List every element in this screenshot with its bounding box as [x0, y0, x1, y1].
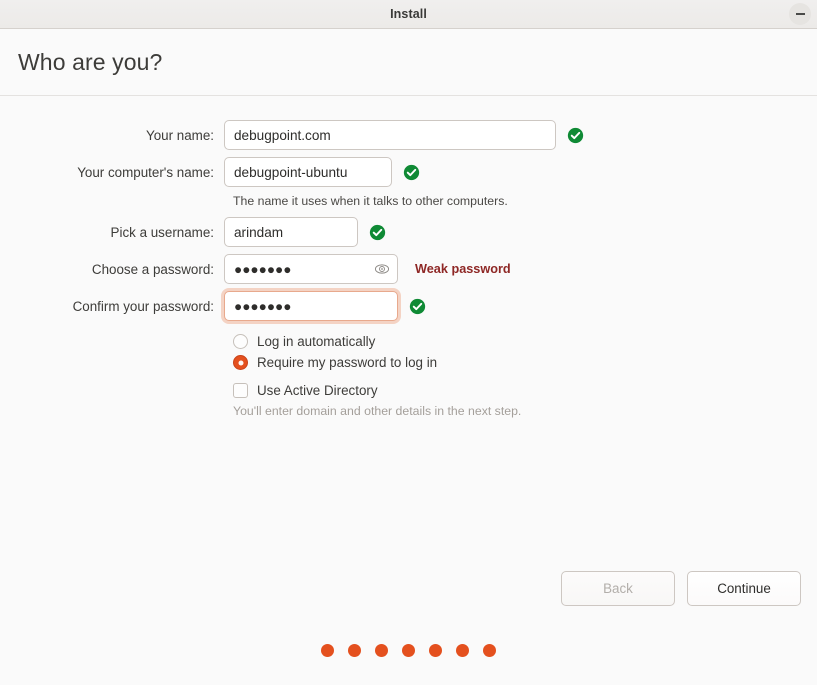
checkbox-use-active-directory[interactable]: Use Active Directory	[233, 383, 817, 398]
radio-icon-selected	[233, 355, 248, 370]
field-wrap-confirm-password	[224, 291, 426, 321]
login-options: Log in automatically Require my password…	[233, 334, 817, 398]
label-your-name: Your name:	[0, 128, 224, 143]
form-row-your-name: Your name:	[0, 120, 817, 150]
progress-dot	[429, 644, 442, 657]
valid-check-icon-your-name	[567, 127, 584, 144]
your-name-input[interactable]	[224, 120, 556, 150]
field-wrap-computer-name	[224, 157, 420, 187]
confirm-password-input[interactable]	[224, 291, 398, 321]
page-title: Who are you?	[18, 49, 162, 76]
password-input[interactable]	[224, 254, 398, 284]
active-directory-help: You'll enter domain and other details in…	[233, 404, 817, 418]
label-password: Choose a password:	[0, 262, 224, 277]
form-row-username: Pick a username:	[0, 217, 817, 247]
computer-name-help: The name it uses when it talks to other …	[233, 194, 817, 208]
label-computer-name: Your computer's name:	[0, 165, 224, 180]
radio-label-log-in-automatically: Log in automatically	[257, 334, 375, 349]
form-row-confirm-password: Confirm your password:	[0, 291, 817, 321]
label-username: Pick a username:	[0, 225, 224, 240]
footer-buttons: Back Continue	[561, 571, 801, 606]
window-titlebar: Install	[0, 0, 817, 29]
page-content: Your name: Your computer's name:	[0, 96, 817, 685]
valid-check-icon-confirm-password	[409, 298, 426, 315]
progress-dot	[348, 644, 361, 657]
computer-name-input[interactable]	[224, 157, 392, 187]
progress-dot	[483, 644, 496, 657]
checkbox-icon-unchecked	[233, 383, 248, 398]
valid-check-icon-computer-name	[403, 164, 420, 181]
radio-require-password[interactable]: Require my password to log in	[233, 355, 817, 370]
window-title: Install	[390, 7, 427, 21]
user-form: Your name: Your computer's name:	[0, 120, 817, 321]
valid-check-icon-username	[369, 224, 386, 241]
progress-dots	[0, 644, 817, 657]
checkbox-label-use-active-directory: Use Active Directory	[257, 383, 378, 398]
field-wrap-password: Weak password	[224, 254, 511, 284]
progress-dot	[375, 644, 388, 657]
field-wrap-your-name	[224, 120, 584, 150]
field-wrap-username	[224, 217, 386, 247]
progress-dot	[321, 644, 334, 657]
minimize-button[interactable]	[789, 3, 811, 25]
radio-icon-unselected	[233, 334, 248, 349]
progress-dot	[402, 644, 415, 657]
minimize-icon	[796, 13, 805, 15]
label-confirm-password: Confirm your password:	[0, 299, 224, 314]
window-controls	[789, 0, 811, 28]
back-button[interactable]: Back	[561, 571, 675, 606]
page-header: Who are you?	[0, 29, 817, 96]
password-box	[224, 254, 398, 284]
installer-window: Install Who are you? Your name:	[0, 0, 817, 685]
username-input[interactable]	[224, 217, 358, 247]
continue-button[interactable]: Continue	[687, 571, 801, 606]
eye-icon[interactable]	[374, 261, 390, 277]
radio-log-in-automatically[interactable]: Log in automatically	[233, 334, 817, 349]
progress-dot	[456, 644, 469, 657]
form-row-password: Choose a password: Weak password	[0, 254, 817, 284]
password-strength-label: Weak password	[415, 262, 511, 276]
radio-label-require-password: Require my password to log in	[257, 355, 437, 370]
form-row-computer-name: Your computer's name:	[0, 157, 817, 187]
